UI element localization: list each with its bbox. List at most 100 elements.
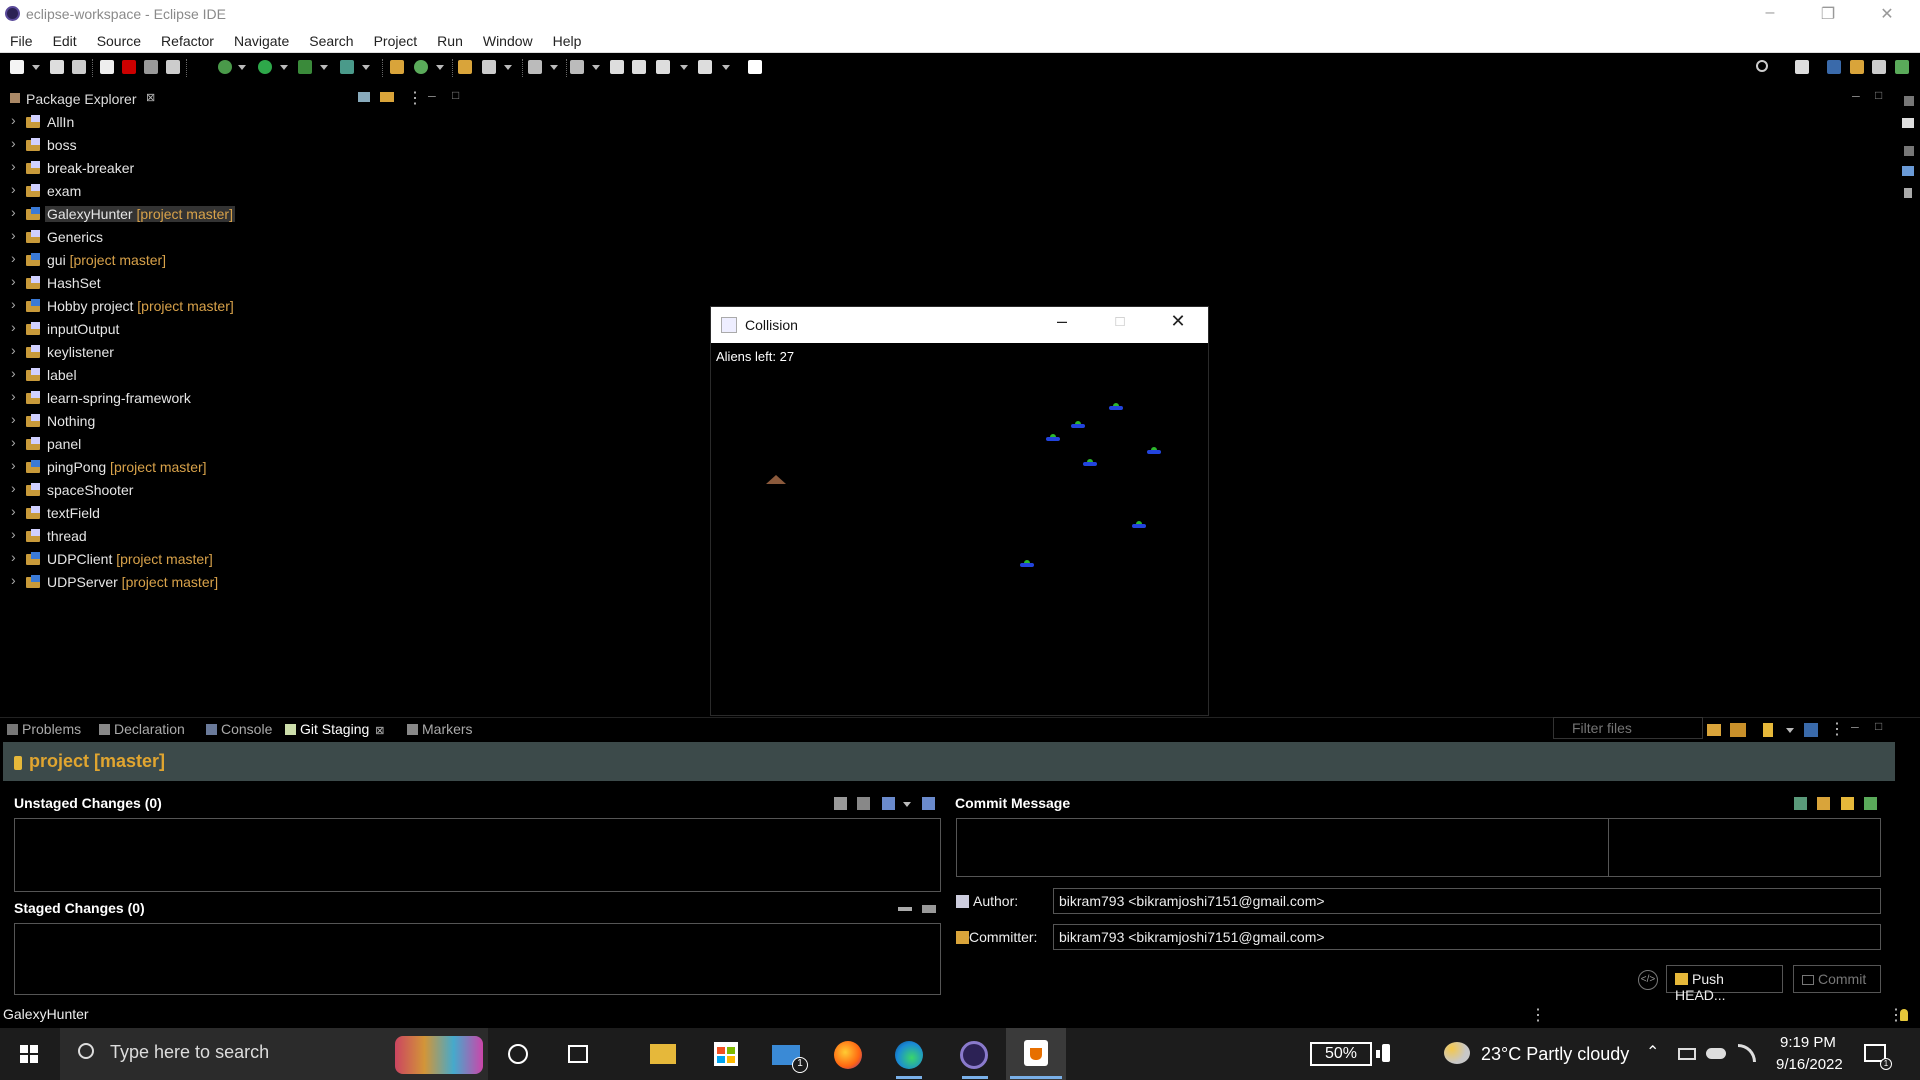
taskbar-search-box[interactable]: Type here to search [60, 1028, 488, 1080]
link-with-editor-icon[interactable] [380, 92, 394, 102]
trim-icon[interactable] [1904, 188, 1912, 198]
open-perspective-icon[interactable] [166, 60, 180, 74]
expand-arrow-icon[interactable]: › [11, 135, 16, 151]
last-edit-icon[interactable] [610, 60, 624, 74]
amend-icon[interactable] [1817, 797, 1830, 810]
coverage-icon[interactable] [298, 60, 312, 74]
stage-selected-icon[interactable] [857, 797, 870, 810]
save-all-icon[interactable] [72, 60, 86, 74]
status-menu-icon[interactable]: ⋮ [1530, 1005, 1546, 1025]
expand-arrow-icon[interactable]: › [11, 457, 16, 473]
expand-arrow-icon[interactable]: › [11, 549, 16, 565]
minimize-view-icon[interactable]: – [428, 87, 436, 103]
menu-edit[interactable]: Edit [43, 31, 87, 51]
debug-dropdown-icon[interactable] [238, 65, 246, 70]
collapse-all-icon[interactable] [358, 92, 370, 102]
unstage-selected-icon[interactable] [922, 905, 936, 913]
expand-arrow-icon[interactable]: › [11, 273, 16, 289]
collision-maximize-icon[interactable]: □ [1097, 313, 1143, 330]
open-console-icon[interactable] [748, 60, 762, 74]
expand-arrow-icon[interactable]: › [11, 526, 16, 542]
onedrive-icon[interactable] [1706, 1048, 1726, 1059]
save-icon[interactable] [50, 60, 64, 74]
expand-arrow-icon[interactable]: › [11, 365, 16, 381]
console-toolbar-icon[interactable] [100, 60, 114, 74]
prev-annotation-dropdown-icon[interactable] [592, 65, 600, 70]
expand-arrow-icon[interactable]: › [11, 204, 16, 220]
expand-arrow-icon[interactable]: › [11, 181, 16, 197]
java-app-taskbar-button[interactable] [1006, 1028, 1066, 1080]
search-toolbar-icon[interactable] [482, 60, 496, 74]
expand-arrow-icon[interactable]: › [11, 342, 16, 358]
run-icon[interactable] [258, 60, 272, 74]
task-list-trim-icon[interactable] [1902, 166, 1914, 176]
new-class-dropdown-icon[interactable] [436, 65, 444, 70]
author-field[interactable]: bikram793 <bikramjoshi7151@gmail.com> [1053, 888, 1881, 914]
tab-console[interactable]: Console [206, 721, 272, 737]
tab-problems[interactable]: Problems [7, 721, 81, 737]
clock-time[interactable]: 9:19 PM [1780, 1034, 1836, 1051]
new-dropdown-icon[interactable] [32, 65, 40, 70]
stage-all-icon[interactable] [834, 797, 847, 810]
menu-search[interactable]: Search [299, 31, 363, 51]
eclipse-taskbar-icon[interactable] [960, 1041, 988, 1069]
expand-arrow-icon[interactable]: › [11, 434, 16, 450]
windows-start-icon[interactable] [20, 1045, 38, 1063]
annotation-dropdown-icon[interactable] [550, 65, 558, 70]
menu-window[interactable]: Window [473, 31, 543, 51]
expand-arrow-icon[interactable]: › [11, 319, 16, 335]
menu-navigate[interactable]: Navigate [224, 31, 299, 51]
expand-arrow-icon[interactable]: › [11, 296, 16, 312]
wifi-icon[interactable] [1738, 1044, 1756, 1062]
restore-icon[interactable]: ❐ [1805, 4, 1851, 24]
cortana-icon[interactable] [508, 1044, 528, 1064]
layout-icon[interactable] [1804, 723, 1818, 737]
tip-lightbulb-icon[interactable] [1900, 1009, 1908, 1021]
menu-refactor[interactable]: Refactor [151, 31, 224, 51]
search-dropdown-icon[interactable] [504, 65, 512, 70]
expand-arrow-icon[interactable]: › [11, 227, 16, 243]
debug-icon[interactable] [218, 60, 232, 74]
back-dropdown-icon[interactable] [680, 65, 688, 70]
expand-arrow-icon[interactable]: › [11, 572, 16, 588]
expand-arrow-icon[interactable]: › [11, 388, 16, 404]
add-signed-off-icon[interactable] [1794, 797, 1807, 810]
task-view-icon[interactable] [568, 1045, 588, 1063]
git-perspective-icon[interactable] [1872, 60, 1886, 74]
firefox-icon[interactable] [834, 1041, 862, 1069]
compare-mode-icon[interactable] [1730, 723, 1746, 737]
network-device-icon[interactable] [1678, 1048, 1696, 1060]
file-explorer-icon[interactable] [650, 1044, 676, 1064]
package-explorer-tab[interactable]: Package Explorer [26, 91, 137, 107]
expand-arrow-icon[interactable]: › [11, 250, 16, 266]
tab-declaration[interactable]: Declaration [99, 721, 185, 737]
terminate-icon[interactable] [122, 60, 136, 74]
menu-help[interactable]: Help [543, 31, 592, 51]
outline-trim-icon[interactable] [1902, 118, 1914, 128]
git-staging-menu-icon[interactable]: ⋮ [1829, 719, 1845, 739]
new-java-project-icon[interactable] [390, 60, 404, 74]
sort-icon[interactable] [922, 797, 935, 810]
run-dropdown-icon[interactable] [280, 65, 288, 70]
forward-dropdown-icon[interactable] [722, 65, 730, 70]
external-tools-dropdown-icon[interactable] [362, 65, 370, 70]
unstage-all-icon[interactable] [898, 907, 912, 911]
weather-text[interactable]: 23°C Partly cloudy [1481, 1044, 1629, 1065]
expand-arrow-icon[interactable]: › [11, 503, 16, 519]
close-tab-icon[interactable]: ⊠ [375, 725, 384, 737]
clock-date[interactable]: 9/16/2022 [1776, 1056, 1843, 1073]
debug-perspective-icon[interactable] [1895, 60, 1909, 74]
view-menu-icon[interactable]: ⋮ [407, 88, 423, 108]
menu-project[interactable]: Project [364, 31, 428, 51]
commit-button[interactable]: Commit [1793, 965, 1881, 993]
expand-arrow-icon[interactable]: › [11, 480, 16, 496]
push-head-button[interactable]: Push HEAD... [1666, 965, 1783, 1003]
restore-trim-icon-2[interactable] [1904, 146, 1914, 156]
expand-arrow-icon[interactable]: › [11, 411, 16, 427]
staged-changes-list[interactable] [14, 923, 941, 995]
filter-files-input[interactable] [1553, 717, 1703, 739]
external-tools-icon[interactable] [340, 60, 354, 74]
search-icon[interactable] [1756, 60, 1768, 72]
commit-and-push-icon[interactable] [1763, 723, 1773, 737]
skip-breakpoints-icon[interactable] [144, 60, 158, 74]
